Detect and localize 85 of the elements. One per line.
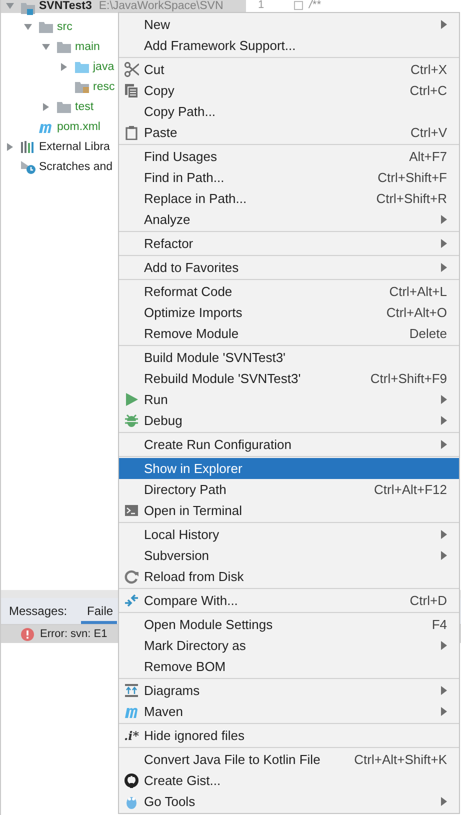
fold-icon — [294, 1, 303, 10]
menu-item[interactable]: Add to Favorites — [119, 257, 459, 278]
error-icon — [21, 628, 34, 640]
menu-item[interactable]: Reformat Code Ctrl+Alt+L — [119, 281, 459, 302]
tree-label[interactable]: SVNTest3 — [39, 0, 92, 13]
menu-item[interactable]: Show in Explorer — [119, 458, 459, 479]
menu-item[interactable]: Compare With... Ctrl+D — [119, 590, 459, 611]
scratches-icon — [20, 160, 36, 174]
menu-item[interactable]: Reload from Disk — [119, 566, 459, 587]
folder-icon — [56, 100, 72, 114]
menu-item[interactable]: Copy Path... — [119, 101, 459, 122]
tree-label[interactable]: Scratches and — [39, 161, 113, 173]
tree-label[interactable]: resc — [93, 81, 115, 93]
code-comment: /** — [309, 0, 321, 11]
shortcut-text: Ctrl+Shift+R — [376, 191, 447, 206]
selected-tree-row[interactable]: SVNTest3 E:\JavaWorkSpace\SVN — [1, 0, 246, 13]
menu-item[interactable]: Open in Terminal — [119, 500, 459, 521]
module-path: E:\JavaWorkSpace\SVN — [98, 0, 224, 13]
menu-item[interactable]: Remove BOM — [119, 656, 459, 677]
shortcut-text: Ctrl+Alt+L — [389, 284, 447, 299]
folder-icon — [38, 20, 54, 34]
reload-icon — [124, 569, 139, 584]
folder-icon — [56, 40, 72, 54]
copy-icon — [124, 83, 139, 98]
shortcut-text: Ctrl+Alt+O — [386, 305, 447, 320]
menu-item[interactable]: Refactor — [119, 233, 459, 254]
tree-label[interactable]: pom.xml — [57, 121, 100, 133]
play-icon — [124, 392, 139, 407]
folder-icon — [20, 1, 36, 15]
tree-label[interactable]: main — [75, 41, 100, 53]
compare-icon — [124, 593, 139, 608]
panel-title: Messages: — [8, 603, 68, 620]
line-number: 1 — [256, 0, 266, 11]
menu-item[interactable]: Remove Module Delete — [119, 323, 459, 344]
folder-icon — [74, 60, 90, 74]
menu-item[interactable]: Add Framework Support... — [119, 35, 459, 56]
menu-item[interactable]: Maven — [119, 701, 459, 722]
menu-item[interactable]: Find in Path... Ctrl+Shift+F — [119, 167, 459, 188]
menu-item[interactable]: Directory Path Ctrl+Alt+F12 — [119, 479, 459, 500]
shortcut-text: Alt+F7 — [409, 149, 447, 164]
menu-item[interactable]: Run — [119, 389, 459, 410]
menu-item[interactable]: Diagrams — [119, 680, 459, 701]
menu-item[interactable]: New — [119, 14, 459, 35]
bug-icon — [124, 413, 139, 428]
folder-icon — [74, 80, 90, 94]
menu-item[interactable]: .i* Hide ignored files — [119, 725, 459, 746]
shortcut-text: Delete — [409, 326, 447, 341]
libraries-icon — [20, 140, 36, 154]
menu-item[interactable]: Analyze — [119, 209, 459, 230]
clipboard-icon — [124, 125, 139, 140]
menu-item[interactable]: Find Usages Alt+F7 — [119, 146, 459, 167]
shortcut-text: Ctrl+X — [410, 62, 447, 77]
shortcut-text: Ctrl+D — [410, 593, 447, 608]
menu-item[interactable]: Paste Ctrl+V — [119, 122, 459, 143]
menu-item[interactable]: Cut Ctrl+X — [119, 59, 459, 80]
terminal-icon — [124, 503, 139, 518]
icon-glyph: .i* — [124, 728, 139, 742]
shortcut-text: F4 — [432, 617, 447, 632]
shortcut-text: Ctrl+Alt+F12 — [374, 482, 447, 497]
menu-item[interactable]: Open Module Settings F4 — [119, 614, 459, 635]
menu-item[interactable]: Rebuild Module 'SVNTest3' Ctrl+Shift+F9 — [119, 368, 459, 389]
tree-label[interactable]: External Libra — [39, 141, 110, 153]
tree-label[interactable]: src — [57, 21, 72, 33]
tree-label[interactable]: java — [93, 61, 114, 73]
menu-item[interactable]: Mark Directory as — [119, 635, 459, 656]
diagram-icon — [124, 683, 139, 698]
menu-item[interactable]: Go Tools — [119, 791, 459, 812]
shortcut-text: Ctrl+Alt+Shift+K — [354, 752, 447, 767]
menu-item[interactable]: Replace in Path... Ctrl+Shift+R — [119, 188, 459, 209]
menu-item[interactable]: Build Module 'SVNTest3' — [119, 347, 459, 368]
gopher-icon — [124, 794, 139, 809]
menu-item[interactable]: Subversion — [119, 545, 459, 566]
menu-item[interactable]: Create Gist... — [119, 770, 459, 791]
shortcut-text: Ctrl+V — [410, 125, 447, 140]
menu-item[interactable]: Copy Ctrl+C — [119, 80, 459, 101]
scissors-icon — [124, 62, 139, 77]
shortcut-text: Ctrl+C — [410, 83, 447, 98]
menu-item[interactable]: Local History — [119, 524, 459, 545]
menu-item[interactable]: Create Run Configuration — [119, 434, 459, 455]
tree-label[interactable]: test — [75, 101, 94, 113]
shortcut-text: Ctrl+Shift+F — [378, 170, 447, 185]
menu-item[interactable]: Convert Java File to Kotlin File Ctrl+Alt+Shift+K — [119, 749, 459, 770]
menu-item[interactable]: Debug — [119, 410, 459, 431]
menu-item[interactable]: Optimize Imports Ctrl+Alt+O — [119, 302, 459, 323]
shortcut-text: Ctrl+Shift+F9 — [370, 371, 447, 386]
